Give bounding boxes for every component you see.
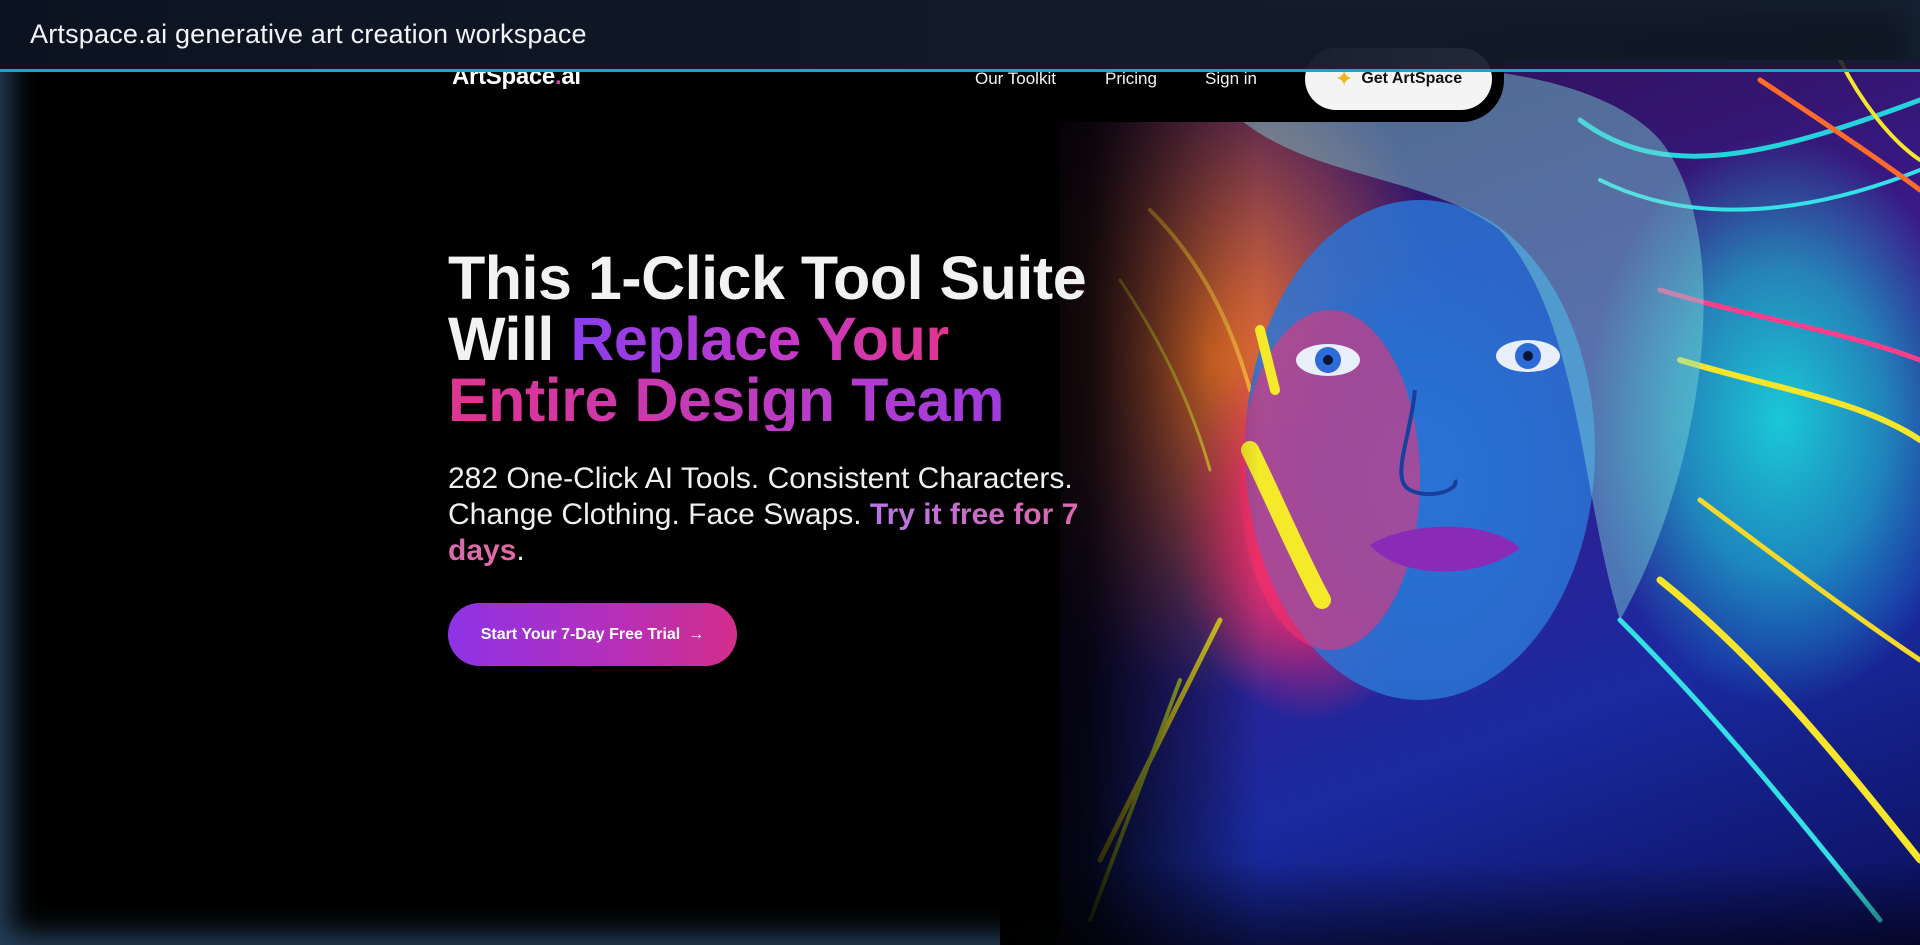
- headline-line-3: Entire Design Team: [448, 370, 1148, 431]
- headline-line-2-plain: Will: [448, 305, 571, 373]
- window-title-bar: Artspace.ai generative art creation work…: [0, 0, 1920, 72]
- headline-line-1: This 1-Click Tool Suite: [448, 244, 1087, 312]
- get-artspace-label: Get ArtSpace: [1361, 70, 1463, 87]
- start-free-trial-label: Start Your 7-Day Free Trial: [480, 625, 681, 643]
- headline-line-2-accent: Replace Your: [570, 305, 949, 373]
- headline-line-2: Will Replace Your: [448, 309, 1148, 370]
- hero-subtext: 282 One-Click AI Tools. Consistent Chara…: [448, 461, 1138, 569]
- nav-link-sign-in[interactable]: Sign in: [1205, 69, 1257, 89]
- subtext-end: .: [516, 534, 525, 567]
- start-free-trial-button[interactable]: Start Your 7-Day Free Trial →: [448, 603, 737, 666]
- nav-link-our-toolkit[interactable]: Our Toolkit: [975, 69, 1056, 89]
- nav-link-pricing[interactable]: Pricing: [1105, 69, 1157, 89]
- hero-headline: This 1-Click Tool Suite Will Replace You…: [448, 248, 1148, 431]
- hero-image-bottom-fade: [1000, 860, 1920, 945]
- window-title: Artspace.ai generative art creation work…: [30, 19, 587, 49]
- arrow-right-icon: →: [688, 625, 705, 643]
- page-frame: Artspace.ai generative art creation work…: [0, 0, 1920, 945]
